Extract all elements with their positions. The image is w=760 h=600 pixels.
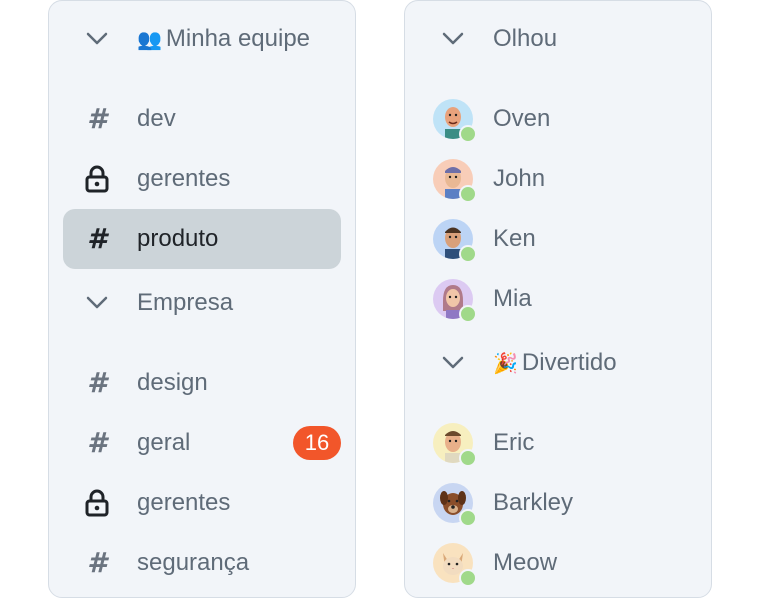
section-minha-equipe[interactable]: 👥 Minha equipe	[63, 9, 341, 69]
hash-icon: #	[87, 222, 107, 255]
people-emoji-icon: 👥	[137, 29, 162, 51]
chevron-down-icon[interactable]	[435, 333, 471, 393]
channel-item-geral[interactable]: # geral 16	[63, 413, 341, 473]
channel-item-gerentes[interactable]: gerentes	[63, 149, 341, 209]
lock-icon	[79, 473, 115, 533]
channel-label: produto	[137, 225, 219, 252]
channel-item-design[interactable]: # design	[63, 353, 341, 413]
section-divertido[interactable]: 🎉 Divertido	[419, 333, 697, 393]
online-status-dot	[459, 509, 477, 527]
section-title: Empresa	[137, 289, 234, 316]
channel-item-produto[interactable]: # produto	[63, 209, 341, 269]
online-status-dot	[459, 569, 477, 587]
user-item-oven[interactable]: Oven	[419, 89, 697, 149]
channel-item-dev[interactable]: # dev	[63, 89, 341, 149]
user-item-mia[interactable]: Mia	[419, 269, 697, 329]
online-status-dot	[459, 449, 477, 467]
people-panel: Olhou Oven John Ken Mia 🎉 Divertido Eric…	[404, 0, 712, 598]
channel-item-seguranca[interactable]: # segurança	[63, 533, 341, 593]
avatar	[433, 159, 477, 203]
unread-badge: 16	[293, 426, 341, 460]
user-item-meow[interactable]: Meow	[419, 533, 697, 593]
channel-label: dev	[137, 105, 176, 132]
user-name: Barkley	[493, 489, 574, 516]
user-name: Ken	[493, 225, 536, 252]
section-title: Olhou	[493, 25, 558, 52]
avatar	[433, 219, 477, 263]
channels-panel: 👥 Minha equipe # dev gerentes # produto E…	[48, 0, 356, 598]
user-item-john[interactable]: John	[419, 149, 697, 209]
hash-icon: #	[87, 546, 107, 579]
avatar	[433, 99, 477, 143]
hash-icon: #	[87, 366, 107, 399]
user-name: Meow	[493, 549, 558, 576]
user-name: John	[493, 165, 546, 192]
avatar	[433, 483, 477, 527]
channel-label: gerentes	[137, 165, 231, 192]
user-name: Eric	[493, 429, 535, 456]
user-item-barkley[interactable]: Barkley	[419, 473, 697, 533]
hash-icon: #	[87, 102, 107, 135]
hash-icon: #	[87, 426, 107, 459]
section-empresa[interactable]: Empresa	[63, 273, 341, 333]
user-name: Mia	[493, 285, 532, 312]
user-item-eric[interactable]: Eric	[419, 413, 697, 473]
channel-label: geral	[137, 429, 191, 456]
section-title: 👥 Minha equipe	[137, 25, 311, 52]
avatar	[433, 279, 477, 323]
lock-icon	[79, 149, 115, 209]
channel-label: design	[137, 369, 208, 396]
channel-item-gerentes-empresa[interactable]: gerentes	[63, 473, 341, 533]
channel-label: segurança	[137, 549, 250, 576]
user-name: Oven	[493, 105, 551, 132]
section-olhou[interactable]: Olhou	[419, 9, 697, 69]
user-item-ken[interactable]: Ken	[419, 209, 697, 269]
chevron-down-icon[interactable]	[79, 273, 115, 333]
chevron-down-icon[interactable]	[435, 9, 471, 69]
online-status-dot	[459, 125, 477, 143]
online-status-dot	[459, 245, 477, 263]
avatar	[433, 543, 477, 587]
online-status-dot	[459, 185, 477, 203]
avatar	[433, 423, 477, 467]
section-title: 🎉 Divertido	[493, 349, 617, 376]
online-status-dot	[459, 305, 477, 323]
party-popper-icon: 🎉	[493, 353, 518, 375]
chevron-down-icon[interactable]	[79, 9, 115, 69]
channel-label: gerentes	[137, 489, 231, 516]
